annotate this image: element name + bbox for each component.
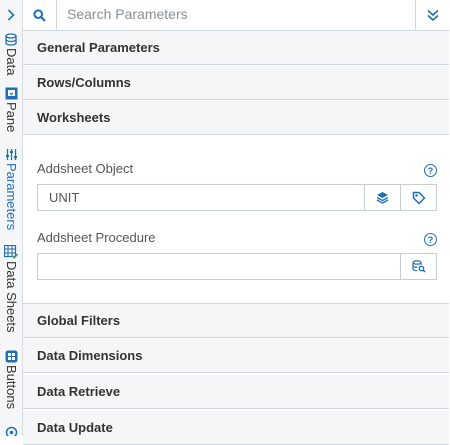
rail-tab-pane[interactable]: Pane bbox=[0, 86, 22, 132]
rail-tab-parameters[interactable]: Parameters bbox=[0, 147, 22, 230]
database-search-icon bbox=[411, 260, 425, 273]
buttons-icon bbox=[4, 349, 18, 363]
search-button[interactable] bbox=[23, 0, 57, 30]
sliders-icon bbox=[4, 147, 18, 161]
section-title: Rows/Columns bbox=[37, 75, 131, 90]
section-title: Data Update bbox=[37, 420, 113, 435]
tag-icon bbox=[412, 191, 425, 204]
database-icon bbox=[4, 32, 18, 46]
worksheets-body: Addsheet Object ? UNIT Addsheet Procedur… bbox=[23, 136, 449, 304]
rail-tab-label: Data Sheets bbox=[4, 261, 19, 333]
pane-icon bbox=[4, 86, 18, 100]
help-icon[interactable]: ? bbox=[424, 164, 437, 177]
settings-icon bbox=[4, 425, 18, 436]
chevron-right-icon bbox=[7, 9, 15, 21]
rail-tab-label: Pane bbox=[4, 102, 19, 133]
collapse-all-button[interactable] bbox=[415, 0, 449, 30]
rail-tab-label: Data bbox=[4, 48, 19, 76]
rail-tab-label: Parameters bbox=[4, 163, 19, 231]
section-title: General Parameters bbox=[37, 40, 160, 55]
section-rows-columns[interactable]: Rows/Columns bbox=[23, 66, 449, 100]
addsheet-procedure-field bbox=[37, 253, 437, 280]
rail-tab-data-sheets[interactable]: Data Sheets bbox=[0, 245, 22, 333]
tag-button[interactable] bbox=[401, 184, 437, 211]
help-icon[interactable]: ? bbox=[424, 233, 437, 246]
rail-tab-more[interactable] bbox=[0, 425, 22, 436]
rail-tab-buttons[interactable]: Buttons bbox=[0, 349, 22, 409]
grid-check-icon bbox=[4, 245, 18, 259]
section-general-parameters[interactable]: General Parameters bbox=[23, 31, 449, 65]
section-data-update[interactable]: Data Update bbox=[23, 411, 449, 445]
procedure-lookup-button[interactable] bbox=[401, 253, 437, 280]
addsheet-object-field: UNIT bbox=[37, 184, 437, 211]
section-title: Global Filters bbox=[37, 313, 121, 328]
search-icon bbox=[33, 8, 46, 22]
expand-panel-button[interactable] bbox=[0, 0, 22, 30]
section-worksheets[interactable]: Worksheets bbox=[23, 101, 449, 135]
side-rail: Data Pane Parameters Data Sheets Buttons bbox=[0, 0, 23, 436]
search-input[interactable] bbox=[57, 0, 415, 28]
section-title: Data Dimensions bbox=[37, 348, 143, 363]
section-data-dimensions[interactable]: Data Dimensions bbox=[23, 339, 449, 373]
parameters-panel: General Parameters Rows/Columns Workshee… bbox=[23, 0, 450, 445]
addsheet-object-label: Addsheet Object bbox=[37, 161, 134, 176]
layers-icon bbox=[376, 192, 389, 204]
addsheet-procedure-input[interactable] bbox=[37, 253, 401, 280]
rail-tab-label: Buttons bbox=[4, 365, 19, 410]
rail-tab-data[interactable]: Data bbox=[0, 32, 22, 75]
addsheet-procedure-label: Addsheet Procedure bbox=[37, 230, 156, 245]
section-data-retrieve[interactable]: Data Retrieve bbox=[23, 375, 449, 409]
section-title: Data Retrieve bbox=[37, 384, 121, 399]
search-bar bbox=[23, 0, 449, 31]
double-chevron-down-icon bbox=[426, 9, 439, 22]
section-title: Worksheets bbox=[37, 110, 111, 125]
layers-button[interactable] bbox=[365, 184, 401, 211]
section-global-filters[interactable]: Global Filters bbox=[23, 304, 449, 338]
addsheet-object-input[interactable]: UNIT bbox=[37, 184, 365, 211]
